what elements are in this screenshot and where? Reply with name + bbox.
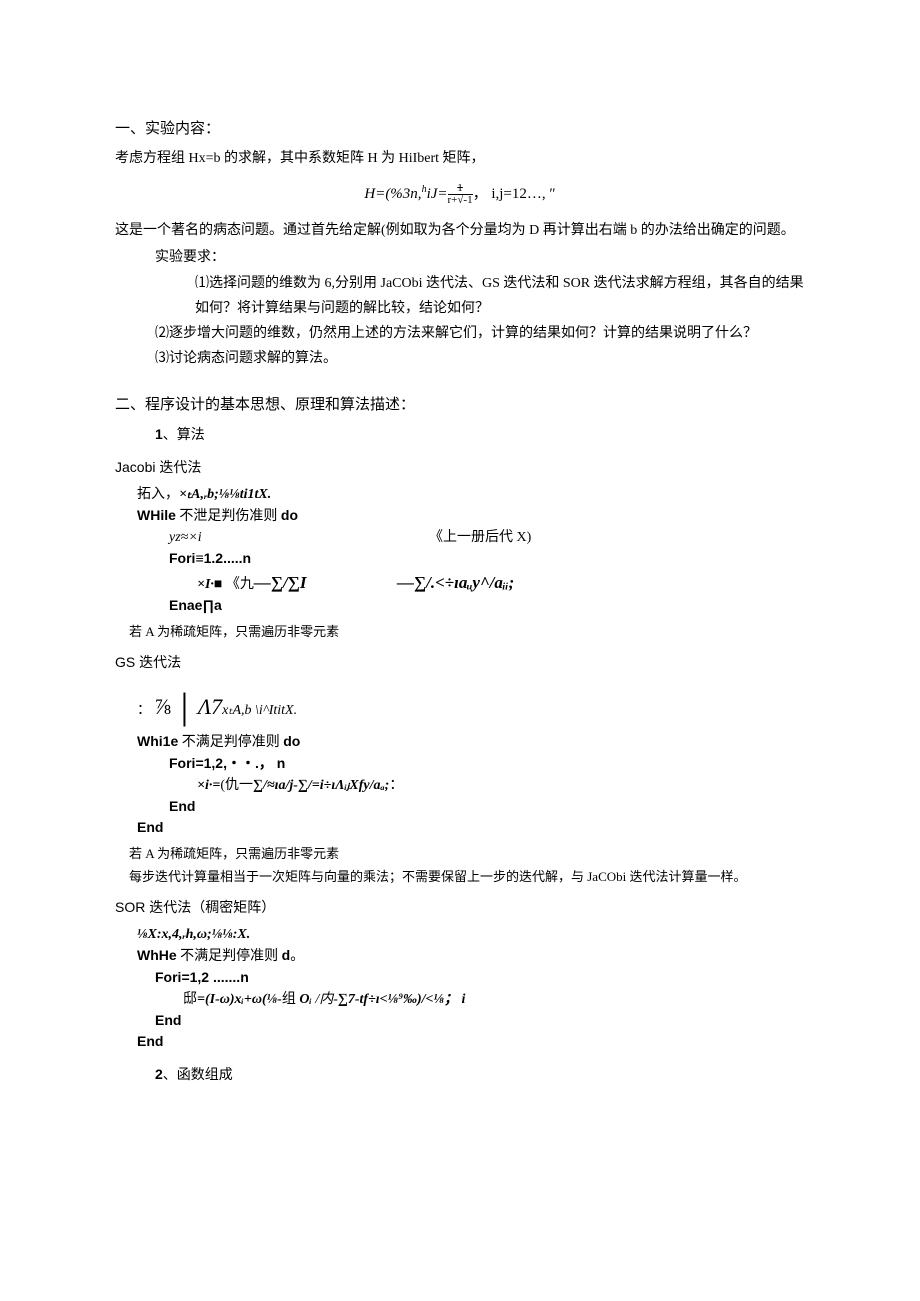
requirement-1: ⑴选择问题的维数为 6,分别用 JaCObi 迭代法、GS 迭代法和 SOR 迭… xyxy=(195,276,804,316)
requirement-2: ⑵逐步增大问题的维数，仍然用上述的方法来解它们，计算的结果如何？计算的结果说明了… xyxy=(115,321,805,346)
gs-do: do xyxy=(283,733,300,749)
sub2-label: 、函数组成 xyxy=(163,1068,233,1083)
sor-while: WhHe xyxy=(137,947,177,963)
sor-l2b: 不满足判停准则 xyxy=(177,949,282,964)
jacobi-for: Fori≡1.2.....n xyxy=(169,550,251,566)
gs-while: Whi1e xyxy=(137,733,178,749)
sor-l6: End xyxy=(137,1031,805,1052)
sor-l4d: Oᵢ xyxy=(299,992,315,1007)
jacobi-l5a: ×I·■ xyxy=(197,577,222,592)
sor-l4: 邸=(I-ω)xᵢ+ω(⅛-组 Oᵢ /内-∑7-tf÷ı<⅛⁹‰)/<⅛； i xyxy=(137,989,805,1010)
gs-l4d: ： xyxy=(389,778,403,793)
sor-l4b: =(I-ω)xᵢ+ω(⅛- xyxy=(197,992,282,1007)
gs-l4: ×i·=(仇一∑/≈ıa/j-∑/=i÷ıΛᵢⱼXfy/aₐ;： xyxy=(137,775,805,796)
jacobi-algorithm: 拓入，×ₜA,ᵣb;⅛⅛ti1tX. WHile 不泄足判伤准则 do yz≈×… xyxy=(115,484,805,617)
gs-l1e: xₜA,b \i^ItitX. xyxy=(222,703,297,718)
subsection-1: 1、算法 xyxy=(115,422,805,448)
sub2-num: 2 xyxy=(155,1066,163,1082)
jacobi-l3a: yz≈×i xyxy=(169,527,429,548)
gs-l2: Whi1e 不满足判停准则 do xyxy=(137,731,805,753)
jacobi-l1: 拓入，×ₜA,ᵣb;⅛⅛ti1tX. xyxy=(137,484,805,505)
sor-l3: Fori=1,2 .......n xyxy=(137,967,805,989)
gs-l1d: Λ7 xyxy=(198,694,222,719)
jacobi-l6: Enae∏a xyxy=(137,595,805,616)
frac-bot: r+√-1 xyxy=(448,194,473,206)
jacobi-l5c: —∑/∑I xyxy=(254,573,307,592)
paragraph-illposed: 这是一个著名的病态问题。通过首先给定解(例如取为各个分量均为 D 再计算出右端 … xyxy=(115,218,805,243)
document-page: 一、实验内容： 考虑方程组 Hx=b 的求解，其中系数矩阵 H 为 HiIber… xyxy=(0,0,920,1148)
gs-l4c: ∑/≈ıa/j-∑/=i÷ıΛᵢⱼXfy/aₐ; xyxy=(253,778,389,793)
requirement-1-wrap: ⑴选择问题的维数为 6,分别用 JaCObi 迭代法、GS 迭代法和 SOR 迭… xyxy=(155,271,805,321)
gs-note1: 若 A 为稀疏矩阵，只需遍历非零元素 xyxy=(115,842,805,865)
sor-l1: ⅛X:x,4,ᵣh,ω;⅛⅛:X. xyxy=(137,924,805,945)
sor-algorithm: ⅛X:x,4,ᵣh,ω;⅛⅛:X. WhHe 不满足判停准则 d。 Fori=1… xyxy=(115,924,805,1052)
gs-l4a: ×i·= xyxy=(197,778,220,793)
sor-for: Fori=1,2 .......n xyxy=(155,969,249,985)
formula-fraction: 1r+√-1 xyxy=(448,183,473,206)
jacobi-l1a: 拓入， xyxy=(137,487,179,502)
jacobi-l5: ×I·■ 《九—∑/∑I —∑/.<÷ıaᵤy^/aᵢᵢ; xyxy=(137,570,805,596)
sor-title: SOR 迭代法（稠密矩阵） xyxy=(115,895,805,920)
gs-l5: End xyxy=(137,796,805,817)
sub1-num: 1 xyxy=(155,426,163,442)
gs-l2b: 不满足判停准则 xyxy=(178,735,283,750)
sor-l5: End xyxy=(137,1010,805,1031)
requirement-3: ⑶讨论病态问题求解的算法。 xyxy=(115,346,805,371)
formula-left: H=(%3n, xyxy=(364,186,421,202)
jacobi-l5b: 《九 xyxy=(226,577,254,592)
section-2-title: 二、程序设计的基本思想、原理和算法描述： xyxy=(115,391,805,418)
formula-mid: iJ= xyxy=(427,186,448,202)
section-1-title: 一、实验内容： xyxy=(115,115,805,142)
jacobi-title: Jacobi 迭代法 xyxy=(115,455,805,480)
jacobi-l1b: ×ₜA,ᵣb;⅛⅛ti1tX. xyxy=(179,487,271,502)
paragraph-intro: 考虑方程组 Hx=b 的求解，其中系数矩阵 H 为 HiIbert 矩阵， xyxy=(115,146,805,171)
requirements-title: 实验要求： xyxy=(155,245,805,270)
gs-l1b: ⅞ xyxy=(155,694,172,719)
jacobi-l2: WHile 不泄足判伤准则 do xyxy=(137,505,805,527)
jacobi-note: 若 A 为稀疏矩阵，只需遍历非零元素 xyxy=(115,620,805,643)
gs-l4b: (仇一 xyxy=(220,778,253,793)
gs-l3: Fori=1,2,・・.， n xyxy=(137,753,805,775)
jacobi-while: WHile xyxy=(137,507,176,523)
gs-title: GS 迭代法 xyxy=(115,650,805,675)
gs-l1c: │ xyxy=(175,694,195,725)
sor-l4e: /内- xyxy=(315,992,338,1007)
jacobi-l3b: 《上一册后代 X) xyxy=(429,527,531,548)
jacobi-do: do xyxy=(281,507,298,523)
jacobi-l3: yz≈×i 《上一册后代 X) xyxy=(137,527,805,548)
jacobi-l4: Fori≡1.2.....n xyxy=(137,548,805,570)
sor-l4f: ∑7-tf÷ı<⅛⁹‰)/<⅛； i xyxy=(338,992,466,1007)
sub1-label: 、算法 xyxy=(163,428,205,443)
gs-l6: End xyxy=(137,817,805,838)
gs-for: Fori=1,2,・・.， n xyxy=(169,755,285,771)
formula-right: ， i,j=12…, ″ xyxy=(473,186,556,202)
gs-l1a: ： xyxy=(137,703,151,718)
subsection-2: 2、函数组成 xyxy=(115,1062,805,1088)
sor-l2d: 。 xyxy=(290,949,304,964)
requirements-block: 实验要求： ⑴选择问题的维数为 6,分别用 JaCObi 迭代法、GS 迭代法和… xyxy=(115,245,805,321)
gs-algorithm: ： ⅞ │ Λ7xₜA,b \i^ItitX. Whi1e 不满足判停准则 do… xyxy=(115,685,805,838)
gs-l1: ： ⅞ │ Λ7xₜA,b \i^ItitX. xyxy=(137,685,805,727)
jacobi-l5d: —∑/.<÷ıaᵤy^/aᵢᵢ; xyxy=(397,570,514,596)
sor-l4c: 组 xyxy=(282,992,300,1007)
sor-l2c: d xyxy=(282,947,291,963)
sor-l4a: 邸 xyxy=(183,992,197,1007)
hilbert-formula: H=(%3n,hiJ=1r+√-1， i,j=12…, ″ xyxy=(115,181,805,208)
jacobi-l2b: 不泄足判伤准则 xyxy=(176,509,281,524)
frac-top: 1 xyxy=(448,183,473,194)
sor-l2: WhHe 不满足判停准则 d。 xyxy=(137,945,805,967)
gs-note2: 每步迭代计算量相当于一次矩阵与向量的乘法；不需要保留上一步的迭代解，与 JaCO… xyxy=(115,865,805,888)
